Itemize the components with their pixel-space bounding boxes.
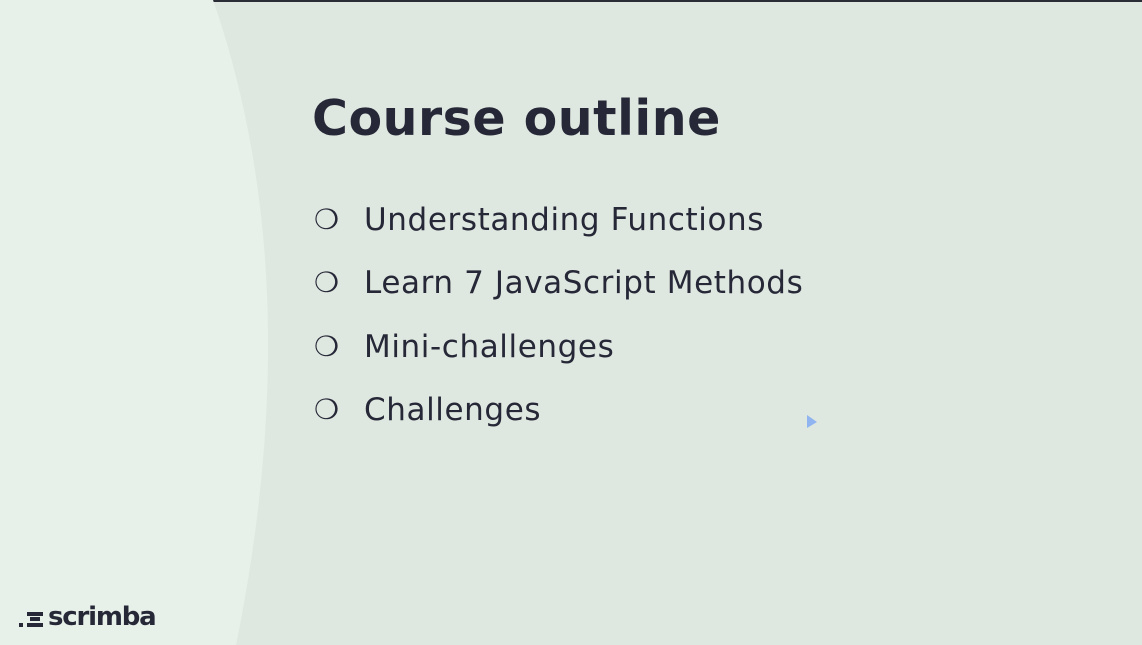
course-outline-list: ❍ Understanding Functions ❍ Learn 7 Java… [314,196,803,449]
list-item: ❍ Challenges [314,386,803,449]
list-item-label: Challenges [364,391,542,428]
list-item: ❍ Understanding Functions [314,196,803,259]
slide-title: Course outline [312,90,721,147]
list-item: ❍ Mini-challenges [314,323,803,386]
hollow-circle-bullet-icon: ❍ [314,266,340,300]
mouse-pointer-icon [807,415,817,428]
hollow-circle-bullet-icon: ❍ [314,392,340,426]
hollow-circle-bullet-icon: ❍ [314,329,340,363]
list-item-label: Mini-challenges [364,328,615,365]
list-item: ❍ Learn 7 JavaScript Methods [314,259,803,322]
list-item-label: Understanding Functions [364,202,765,238]
scrimba-logo-mark-icon [19,612,43,627]
list-item-label: Learn 7 JavaScript Methods [364,265,804,302]
scrimba-logo: scrimba [18,602,157,632]
hollow-circle-bullet-icon: ❍ [314,203,340,236]
logo-wordmark: scrimba [48,602,157,632]
